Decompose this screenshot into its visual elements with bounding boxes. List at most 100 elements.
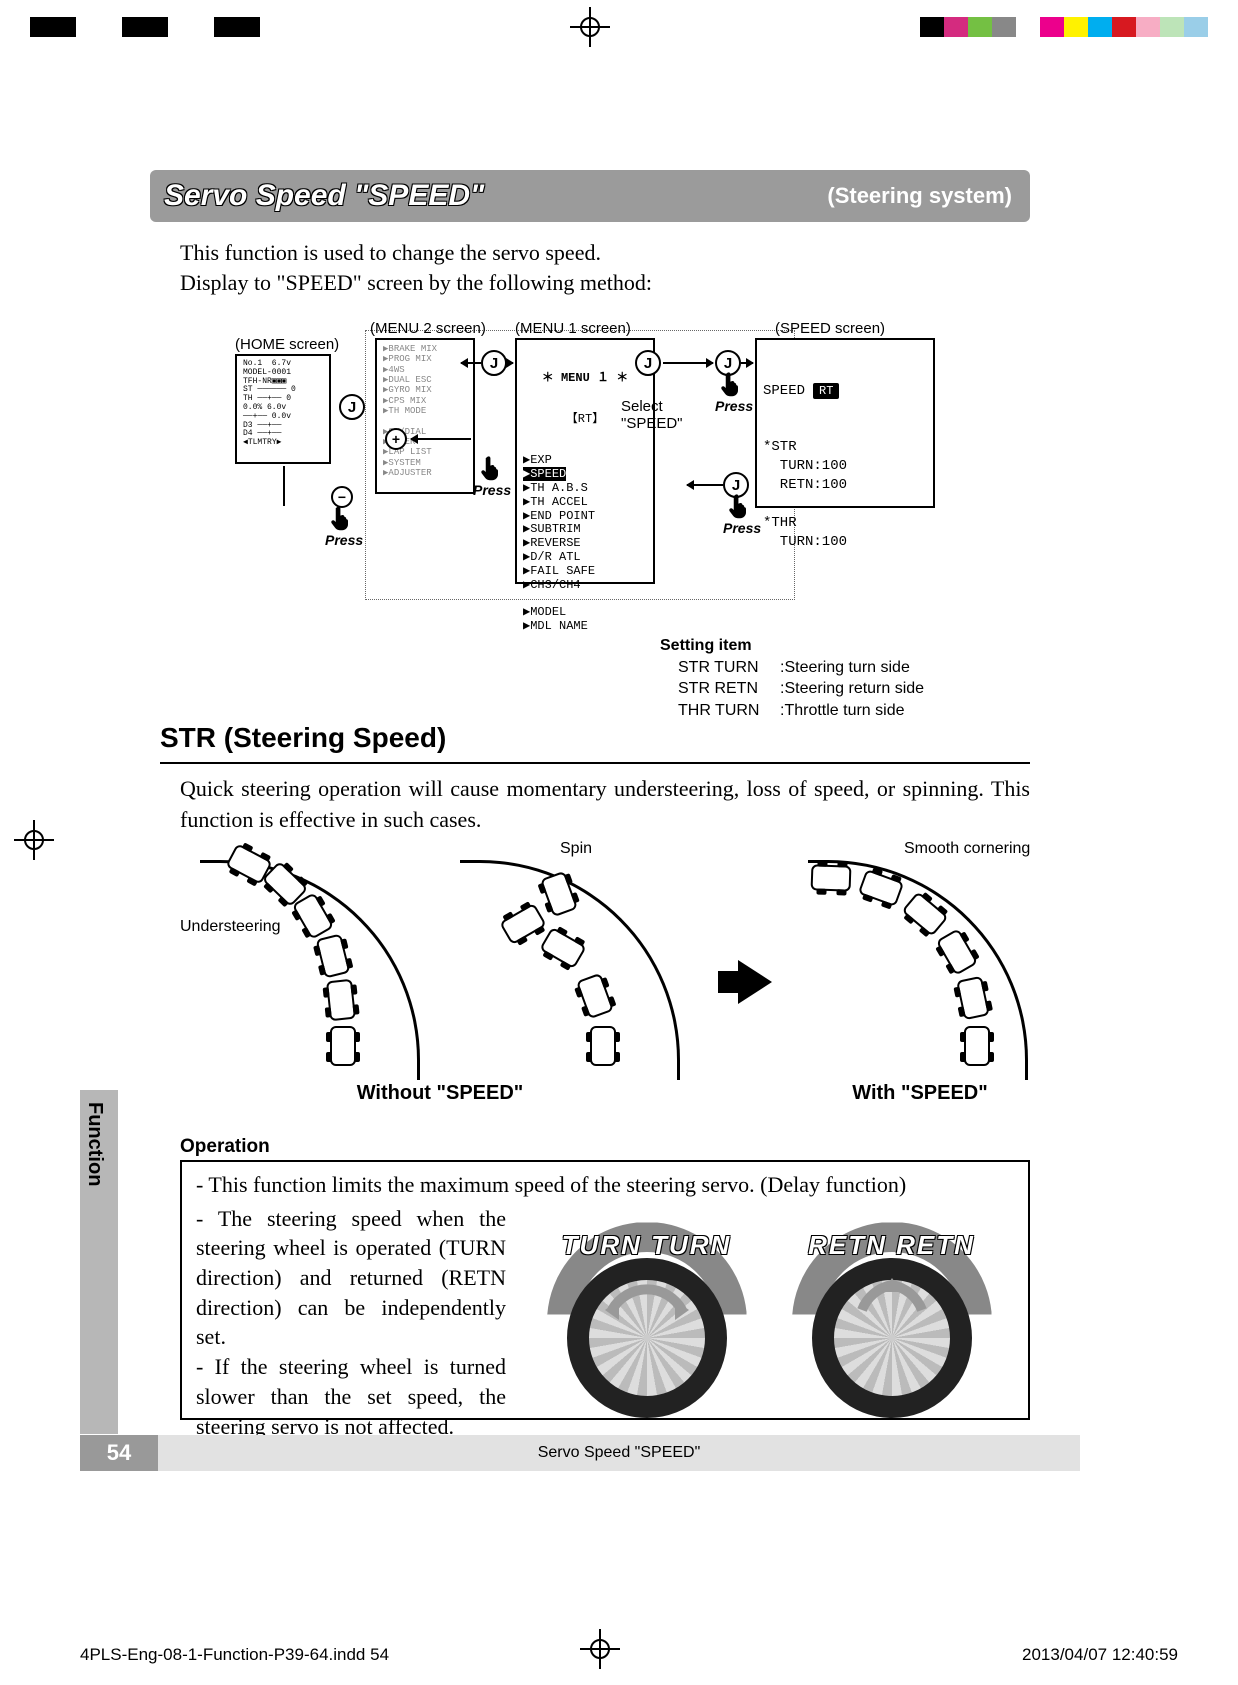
operation-para-1: - The steering speed when the steering w…	[196, 1204, 506, 1352]
print-timestamp: 2013/04/07 12:40:59	[1022, 1645, 1178, 1665]
setting-items-block: Setting item STR TURN:Steering turn side…	[660, 635, 1060, 721]
arrow-icon	[411, 438, 471, 440]
press-label: Press	[325, 532, 363, 548]
intro-text: This function is used to change the serv…	[180, 238, 1030, 297]
screen-menu1: ＊ MENU １ ＊ 【RT】 ▶EXP ▶SPEED ▶TH A.B.S ▶T…	[515, 338, 655, 584]
jog-button-icon: J	[481, 350, 507, 376]
menu1-title: ＊ MENU １ ＊	[523, 372, 647, 386]
section-title: Servo Speed "SPEED"	[164, 179, 484, 213]
menu-navigation-diagram: (HOME screen) No.1 6.7v MODEL-0001 TFH-N…	[175, 320, 1035, 640]
intro-line-1: This function is used to change the serv…	[180, 238, 1030, 268]
operation-box: - This function limits the maximum speed…	[180, 1160, 1030, 1420]
hand-press-icon	[725, 492, 753, 520]
str-intro: Quick steering operation will cause mome…	[180, 774, 1030, 836]
reg-crosshair-left	[14, 820, 54, 860]
setting-item-value: :Steering turn side	[780, 657, 910, 679]
printer-registration-bottom: 4PLS-Eng-08-1-Function-P39-64.indd 54 20…	[0, 1619, 1238, 1679]
cornering-illustration: Understeering Spin Smooth cornering	[180, 850, 1050, 1110]
press-label: Press	[723, 520, 761, 536]
printer-registration-left	[0, 0, 60, 1685]
page-footer: 54 Servo Speed "SPEED"	[80, 1435, 1080, 1471]
color-swatch	[1040, 17, 1064, 37]
wheel-retn-illustration: RETN RETN	[792, 1222, 992, 1422]
illus-spin: Spin	[440, 850, 690, 1080]
reg-crosshair-top	[570, 7, 610, 47]
jog-button-icon: J	[635, 350, 661, 376]
jog-button-icon: J	[339, 394, 365, 420]
side-tab-label: Function	[83, 1102, 106, 1186]
label-understeer: Understeering	[180, 918, 281, 936]
hand-press-icon	[327, 504, 355, 532]
color-swatch	[1184, 17, 1208, 37]
hand-press-icon	[717, 370, 745, 398]
plus-button-icon: +	[385, 428, 407, 450]
label-menu2-screen: (MENU 2 screen)	[370, 320, 486, 337]
setting-item-row: STR TURN:Steering turn side	[660, 657, 1060, 679]
intro-line-2: Display to "SPEED" screen by the followi…	[180, 268, 1030, 298]
caption-with-speed: With "SPEED"	[790, 1082, 1050, 1105]
caption-without-speed: Without "SPEED"	[310, 1082, 570, 1105]
color-swatch	[920, 17, 944, 37]
operation-left-column: - The steering speed when the steering w…	[196, 1204, 506, 1442]
print-slug: 4PLS-Eng-08-1-Function-P39-64.indd 54	[80, 1645, 389, 1665]
setting-item-key: STR RETN	[660, 678, 780, 700]
footer-title: Servo Speed "SPEED"	[158, 1435, 1080, 1471]
reg-crosshair-bottom	[580, 1629, 620, 1669]
screen-home: No.1 6.7v MODEL-0001 TFH-NR▣▣▣ ST ──────…	[235, 354, 331, 464]
screen-speed: SPEED RT *STR TURN:100 RETN:100 *THR TUR…	[755, 338, 935, 508]
divider	[160, 762, 1030, 764]
section-title-bar: Servo Speed "SPEED" (Steering system)	[150, 170, 1030, 222]
color-swatch	[1136, 17, 1160, 37]
label-smooth: Smooth cornering	[904, 840, 1030, 858]
illus-smooth: Smooth cornering	[788, 850, 1038, 1080]
color-swatch	[1088, 17, 1112, 37]
arrow-icon	[283, 466, 285, 506]
color-swatch	[1112, 17, 1136, 37]
speed-body: *STR TURN:100 RETN:100 *THR TURN:100	[763, 438, 927, 551]
label-spin: Spin	[560, 840, 592, 858]
setting-items-header: Setting item	[660, 635, 1060, 657]
side-tab-function: Function	[80, 1090, 118, 1434]
printer-registration-top	[0, 14, 1238, 40]
press-label: Press	[473, 482, 511, 498]
label-home-screen: (HOME screen)	[235, 336, 339, 353]
page-number: 54	[80, 1435, 158, 1471]
operation-header: Operation	[180, 1136, 270, 1158]
setting-item-key: STR TURN	[660, 657, 780, 679]
reg-color-swatches	[920, 17, 1208, 37]
setting-item-value: :Throttle turn side	[780, 700, 905, 722]
press-label: Press	[715, 398, 753, 414]
color-swatch	[1160, 17, 1184, 37]
select-speed-label: Select "SPEED"	[621, 398, 701, 432]
arrow-icon	[663, 362, 713, 364]
color-swatch	[1064, 17, 1088, 37]
page-content: Function Servo Speed "SPEED" (Steering s…	[80, 130, 1170, 1570]
arrow-right-icon	[738, 960, 772, 1004]
arrow-icon	[741, 362, 753, 364]
reg-bars-left	[30, 17, 260, 37]
speed-title: SPEED	[763, 382, 805, 401]
setting-item-row: THR TURN:Throttle turn side	[660, 700, 1060, 722]
label-menu1-screen: (MENU 1 screen)	[515, 320, 631, 337]
wheel-turn-illustration: TURN TURN	[547, 1222, 747, 1422]
curved-arrow-icon	[842, 1270, 942, 1320]
setting-item-row: STR RETN:Steering return side	[660, 678, 1060, 700]
color-swatch	[968, 17, 992, 37]
color-swatch	[944, 17, 968, 37]
curved-arrow-icon	[597, 1270, 697, 1320]
setting-item-key: THR TURN	[660, 700, 780, 722]
operation-line-full: - This function limits the maximum speed…	[196, 1170, 1014, 1200]
speed-tag: RT	[813, 383, 839, 399]
arrow-icon	[461, 362, 481, 364]
operation-wheels: TURN TURN RETN RETN	[524, 1204, 1014, 1442]
section-subtitle: (Steering system)	[827, 183, 1012, 209]
color-swatch	[1016, 17, 1040, 37]
str-heading: STR (Steering Speed)	[160, 722, 446, 754]
illus-understeer: Understeering	[180, 850, 430, 1080]
setting-item-value: :Steering return side	[780, 678, 924, 700]
hand-press-icon	[477, 454, 505, 482]
menu1-items: ▶EXP ▶SPEED ▶TH A.B.S ▶TH ACCEL ▶END POI…	[523, 454, 647, 633]
arrow-icon	[507, 362, 513, 364]
operation-para-2: - If the steering wheel is turned slower…	[196, 1352, 506, 1441]
color-swatch	[992, 17, 1016, 37]
